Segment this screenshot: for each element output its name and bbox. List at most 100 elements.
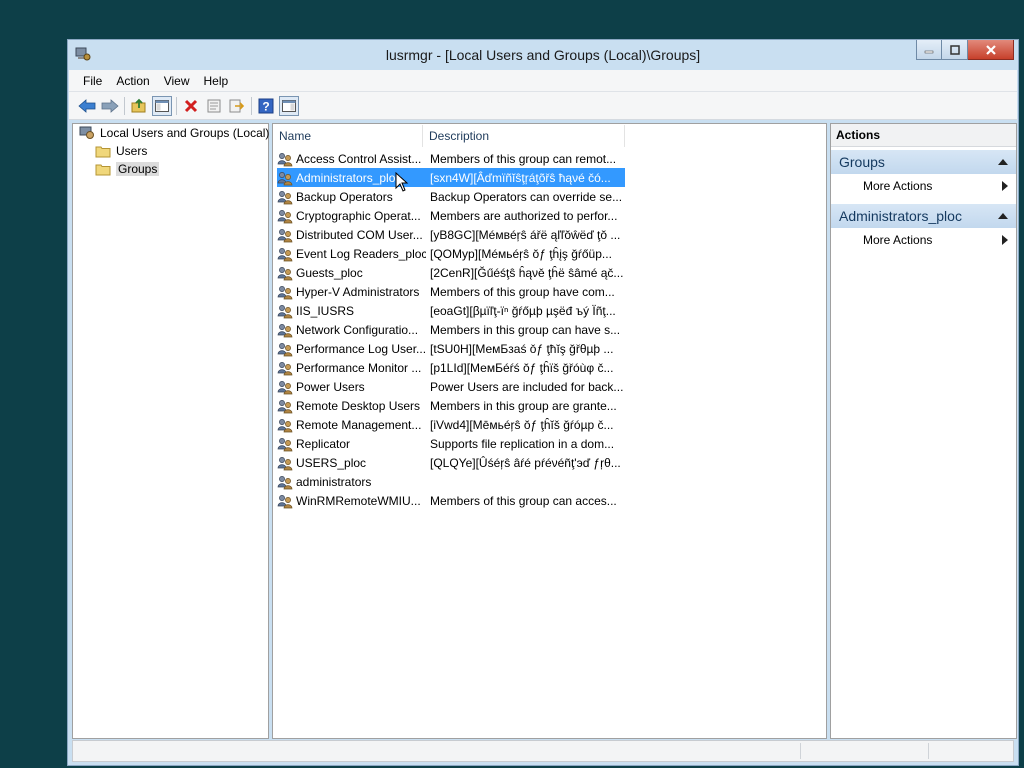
group-name: USERS_ploc <box>296 455 367 470</box>
toolbar-separator <box>124 96 125 115</box>
tree-item-users[interactable]: Users <box>95 142 147 160</box>
more-actions-administrators-ploc[interactable]: More Actions <box>831 228 1016 252</box>
group-name: Network Configuratio... <box>296 322 419 337</box>
column-header-description[interactable]: Description <box>423 125 625 147</box>
tree-item-groups[interactable]: Groups <box>95 160 160 178</box>
table-row[interactable]: Cryptographic Operat... Members are autho… <box>277 206 625 225</box>
group-name: Remote Management... <box>296 417 422 432</box>
column-header-name[interactable]: Name <box>273 125 423 147</box>
group-name: Performance Monitor ... <box>296 360 422 375</box>
group-icon <box>277 456 293 470</box>
more-actions-label: More Actions <box>863 233 933 247</box>
minimize-icon <box>924 50 934 53</box>
show-hide-console-tree-button[interactable] <box>152 95 172 116</box>
group-name: Hyper-V Administrators <box>296 284 420 299</box>
actions-pane: Actions Groups More Actions Administrato… <box>830 123 1017 739</box>
table-row[interactable]: Administrators_ploc [sxn4W][Âďmïñĭŝţŗáţõř… <box>277 168 625 187</box>
export-list-button[interactable] <box>227 96 247 116</box>
table-row[interactable]: Event Log Readers_ploc [QOMyp][Мéмьéŗŝ ŏƒ… <box>277 244 625 263</box>
actions-section-groups[interactable]: Groups <box>831 150 1016 174</box>
table-row[interactable]: Distributed COM User... [yB8GC][Мéмвéŗŝ á… <box>277 225 625 244</box>
delete-icon <box>184 99 198 112</box>
group-icon <box>277 380 293 394</box>
menu-file[interactable]: File <box>77 74 110 88</box>
up-one-level-button[interactable] <box>129 96 149 116</box>
show-hide-action-pane-icon <box>282 99 296 112</box>
group-icon <box>277 285 293 299</box>
actions-section-title: Groups <box>839 154 885 170</box>
status-bar <box>72 740 1014 762</box>
group-icon <box>277 475 293 489</box>
submenu-arrow-icon <box>1002 181 1008 191</box>
group-name: Remote Desktop Users <box>296 398 421 413</box>
menu-help[interactable]: Help <box>198 74 237 88</box>
table-row[interactable]: Hyper-V Administrators Members of this gr… <box>277 282 625 301</box>
help-button[interactable]: ? <box>256 96 276 116</box>
maximize-button[interactable] <box>942 40 968 60</box>
table-row[interactable]: Performance Monitor ... [p1LId][МемБéŕś ŏ… <box>277 358 625 377</box>
export-list-icon <box>229 99 245 112</box>
submenu-arrow-icon <box>1002 235 1008 245</box>
group-description: Members in this group can have s... <box>430 322 621 337</box>
title-bar[interactable]: lusrmgr - [Local Users and Groups (Local… <box>68 40 1018 70</box>
group-icon <box>277 399 293 413</box>
table-row[interactable]: WinRMRemoteWMIU... Members of this group … <box>277 491 625 510</box>
group-description: [p1LId][МемБéŕś ŏƒ ţĥïš ğřóùφ č... <box>430 360 614 375</box>
actions-section-administrators-ploc[interactable]: Administrators_ploc <box>831 204 1016 228</box>
table-row[interactable]: Network Configuratio... Members in this g… <box>277 320 625 339</box>
more-actions-label: More Actions <box>863 179 933 193</box>
groups-list: Access Control Assist... Members of this … <box>277 149 625 510</box>
forward-button[interactable] <box>100 96 120 116</box>
table-row[interactable]: IIS_IUSRS [eoaGt][βµïľţ-ïⁿ ğŕőµþ µşëđ ъý … <box>277 301 625 320</box>
actions-section-title: Administrators_ploc <box>839 208 962 224</box>
group-name: Cryptographic Operat... <box>296 208 421 223</box>
group-name: Access Control Assist... <box>296 151 422 166</box>
table-row[interactable]: Guests_ploc [2CenR][Ğűéśţŝ ĥąνě ţĥë ŝâmé … <box>277 263 625 282</box>
show-hide-action-pane-button[interactable] <box>279 95 299 116</box>
group-name: Power Users <box>296 379 365 394</box>
delete-button[interactable] <box>181 96 201 116</box>
table-row[interactable]: Replicator Supports file replication in a… <box>277 434 625 453</box>
group-name: administrators <box>296 474 372 489</box>
collapse-up-icon <box>998 213 1008 219</box>
table-row[interactable]: Remote Management... [iVwd4][Мēмьéŗŝ ŏƒ ţ… <box>277 415 625 434</box>
menu-action[interactable]: Action <box>110 74 157 88</box>
close-button[interactable] <box>968 40 1014 60</box>
toolbar-separator <box>251 96 252 115</box>
tree-root-local-users-and-groups[interactable]: Local Users and Groups (Local) <box>79 124 269 142</box>
menu-view[interactable]: View <box>158 74 198 88</box>
group-description: [QOMyp][Мéмьéŗŝ ŏƒ ţĥįş ğŕőüp... <box>430 246 612 261</box>
properties-button[interactable] <box>204 96 224 116</box>
table-row[interactable]: administrators <box>277 472 625 491</box>
back-arrow-icon <box>78 98 96 113</box>
groups-list-pane: Name Description Access Control Assist..… <box>272 123 827 739</box>
group-description: [iVwd4][Мēмьéŗŝ ŏƒ ţĥĭš ğŕóµp č... <box>430 417 614 432</box>
group-icon <box>277 494 293 508</box>
table-row[interactable]: Power Users Power Users are included for … <box>277 377 625 396</box>
group-name: Distributed COM User... <box>296 227 423 242</box>
window-controls <box>916 40 1014 60</box>
table-row[interactable]: USERS_ploc [QLQYe][Ûśéŗŝ âŕé pŕéνéñţ'эď ƒ… <box>277 453 625 472</box>
group-description: [yB8GC][Мéмвéŗŝ ářë ąľľŏŵëď ţŏ ... <box>430 227 621 242</box>
table-row[interactable]: Remote Desktop Users Members in this grou… <box>277 396 625 415</box>
table-row[interactable]: Performance Log User... [tSU0H][МемБзаś ǒ… <box>277 339 625 358</box>
svg-text:?: ? <box>262 99 269 113</box>
minimize-button[interactable] <box>916 40 942 60</box>
group-icon <box>277 247 293 261</box>
collapse-up-icon <box>998 159 1008 165</box>
mouse-pointer-icon <box>395 172 409 192</box>
group-name: Replicator <box>296 436 351 451</box>
group-description: Members of this group have com... <box>430 284 615 299</box>
group-description: [sxn4W][Âďmïñĭŝţŗáţõřŝ ħąνé čó... <box>430 170 611 185</box>
group-name: IIS_IUSRS <box>296 303 355 318</box>
maximize-icon <box>949 44 960 55</box>
group-icon <box>277 437 293 451</box>
show-hide-tree-icon <box>155 99 169 112</box>
group-name: Guests_ploc <box>296 265 363 280</box>
back-button[interactable] <box>77 96 97 116</box>
group-icon <box>277 323 293 337</box>
group-icon <box>277 190 293 204</box>
table-row[interactable]: Backup Operators Backup Operators can ove… <box>277 187 625 206</box>
more-actions-groups[interactable]: More Actions <box>831 174 1016 198</box>
table-row[interactable]: Access Control Assist... Members of this … <box>277 149 625 168</box>
